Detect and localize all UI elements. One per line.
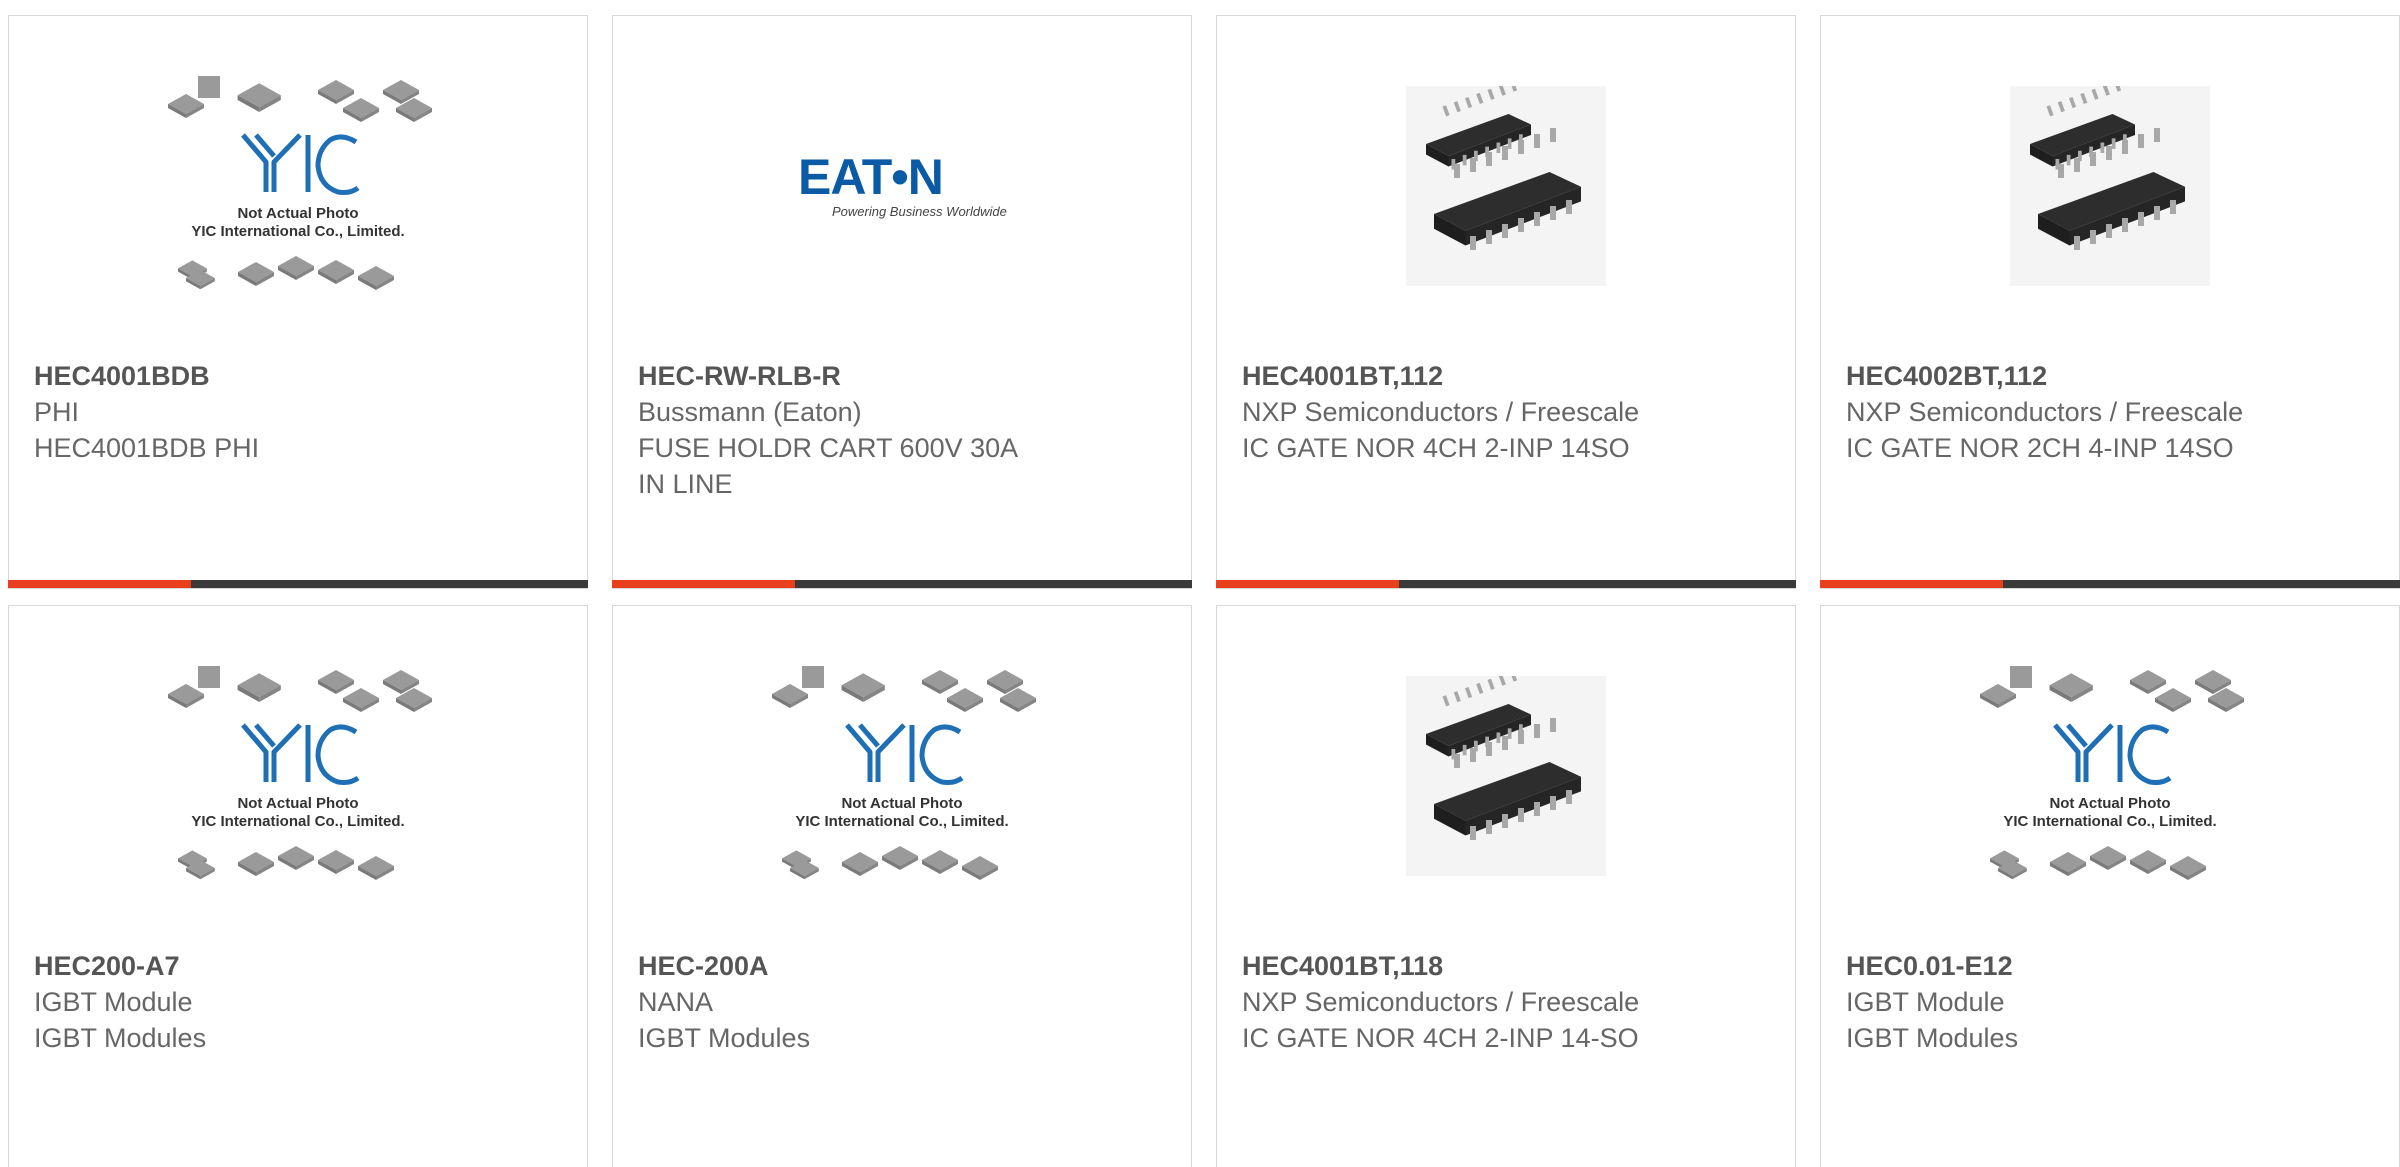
product-image[interactable] <box>1217 16 1795 356</box>
card-bottom-bar <box>8 580 588 588</box>
product-image[interactable]: Not Actual Photo YIC International Co., … <box>1821 606 2399 946</box>
product-image[interactable]: Not Actual Photo YIC International Co., … <box>9 606 587 946</box>
manufacturer: NXP Semiconductors / Freescale <box>1846 397 2244 427</box>
product-info: HEC4001BT,112 NXP Semiconductors / Frees… <box>1242 358 1770 466</box>
placeholder-image: Not Actual Photo YIC International Co., … <box>168 666 432 880</box>
placeholder-image: Not Actual Photo YIC International Co., … <box>772 666 1036 880</box>
card-bottom-bar <box>1216 580 1796 588</box>
soic-chip-image <box>1406 86 1606 286</box>
placeholder-line2: YIC International Co., Limited. <box>2003 813 2216 830</box>
product-card[interactable]: HEC4002BT,112 NXP Semiconductors / Frees… <box>1820 15 2400 589</box>
card-accent-bar <box>8 580 191 588</box>
placeholder-line1: Not Actual Photo <box>841 795 962 812</box>
product-card[interactable]: Not Actual Photo YIC International Co., … <box>1820 605 2400 1167</box>
product-image[interactable] <box>1217 606 1795 946</box>
product-info: HEC200-A7 IGBT Module IGBT Modules <box>34 948 562 1056</box>
description: IGBT Modules <box>1846 1023 2019 1053</box>
description: IGBT Modules <box>34 1023 207 1053</box>
eaton-logo: EAT•N Powering Business Worldwide <box>798 149 1007 219</box>
card-accent-bar <box>1820 580 2003 588</box>
placeholder-line1: Not Actual Photo <box>2049 795 2170 812</box>
product-card[interactable]: HEC4001BT,112 NXP Semiconductors / Frees… <box>1216 15 1796 589</box>
part-number[interactable]: HEC4002BT,112 <box>1846 358 2374 394</box>
manufacturer: NXP Semiconductors / Freescale <box>1242 987 1640 1017</box>
manufacturer: Bussmann (Eaton) <box>638 397 862 427</box>
soic-chip-image <box>2010 86 2210 286</box>
part-number[interactable]: HEC4001BT,112 <box>1242 358 1770 394</box>
manufacturer: IGBT Module <box>1846 987 2005 1017</box>
card-bottom-bar <box>1820 580 2400 588</box>
description: HEC4001BDB PHI <box>34 433 260 463</box>
product-card[interactable]: Not Actual Photo YIC International Co., … <box>612 605 1192 1167</box>
description: IC GATE NOR 2CH 4-INP 14SO <box>1846 433 2234 463</box>
placeholder-line2: YIC International Co., Limited. <box>795 813 1008 830</box>
manufacturer: NANA <box>638 987 714 1017</box>
product-info: HEC-RW-RLB-R Bussmann (Eaton) FUSE HOLDR… <box>638 358 1166 502</box>
description-line2: IN LINE <box>638 469 733 499</box>
manufacturer: NXP Semiconductors / Freescale <box>1242 397 1640 427</box>
part-number[interactable]: HEC200-A7 <box>34 948 562 984</box>
card-bottom-bar <box>612 580 1192 588</box>
product-card[interactable]: Not Actual Photo YIC International Co., … <box>8 605 588 1167</box>
part-number[interactable]: HEC-200A <box>638 948 1166 984</box>
product-card[interactable]: Not Actual Photo YIC International Co., … <box>8 15 588 589</box>
soic-chip-image <box>1406 676 1606 876</box>
description: IGBT Modules <box>638 1023 811 1053</box>
placeholder-line2: YIC International Co., Limited. <box>191 813 404 830</box>
product-image[interactable] <box>1821 16 2399 356</box>
eaton-logo-text: EAT•N <box>798 149 943 205</box>
manufacturer: PHI <box>34 397 80 427</box>
product-image[interactable]: EAT•N Powering Business Worldwide <box>613 16 1191 356</box>
part-number[interactable]: HEC4001BDB <box>34 358 562 394</box>
product-image[interactable]: Not Actual Photo YIC International Co., … <box>9 16 587 356</box>
card-accent-bar <box>612 580 795 588</box>
product-info: HEC0.01-E12 IGBT Module IGBT Modules <box>1846 948 2374 1056</box>
product-info: HEC4001BDB PHI HEC4001BDB PHI <box>34 358 562 466</box>
placeholder-image: Not Actual Photo YIC International Co., … <box>1980 666 2244 880</box>
eaton-tagline: Powering Business Worldwide <box>832 204 1007 219</box>
description: FUSE HOLDR CART 600V 30A <box>638 433 1019 463</box>
placeholder-line2: YIC International Co., Limited. <box>191 223 404 240</box>
product-card[interactable]: HEC4001BT,118 NXP Semiconductors / Frees… <box>1216 605 1796 1167</box>
description: IC GATE NOR 4CH 2-INP 14-SO <box>1242 1023 1639 1053</box>
card-accent-bar <box>1216 580 1399 588</box>
product-card[interactable]: EAT•N Powering Business Worldwide HEC-RW… <box>612 15 1192 589</box>
product-info: HEC-200A NANA IGBT Modules <box>638 948 1166 1056</box>
placeholder-line1: Not Actual Photo <box>237 795 358 812</box>
part-number[interactable]: HEC0.01-E12 <box>1846 948 2374 984</box>
description: IC GATE NOR 4CH 2-INP 14SO <box>1242 433 1630 463</box>
manufacturer: IGBT Module <box>34 987 193 1017</box>
product-info: HEC4002BT,112 NXP Semiconductors / Frees… <box>1846 358 2374 466</box>
product-info: HEC4001BT,118 NXP Semiconductors / Frees… <box>1242 948 1770 1056</box>
part-number[interactable]: HEC4001BT,118 <box>1242 948 1770 984</box>
placeholder-line1: Not Actual Photo <box>237 205 358 222</box>
part-number[interactable]: HEC-RW-RLB-R <box>638 358 1166 394</box>
placeholder-image: Not Actual Photo YIC International Co., … <box>168 76 432 290</box>
product-image[interactable]: Not Actual Photo YIC International Co., … <box>613 606 1191 946</box>
